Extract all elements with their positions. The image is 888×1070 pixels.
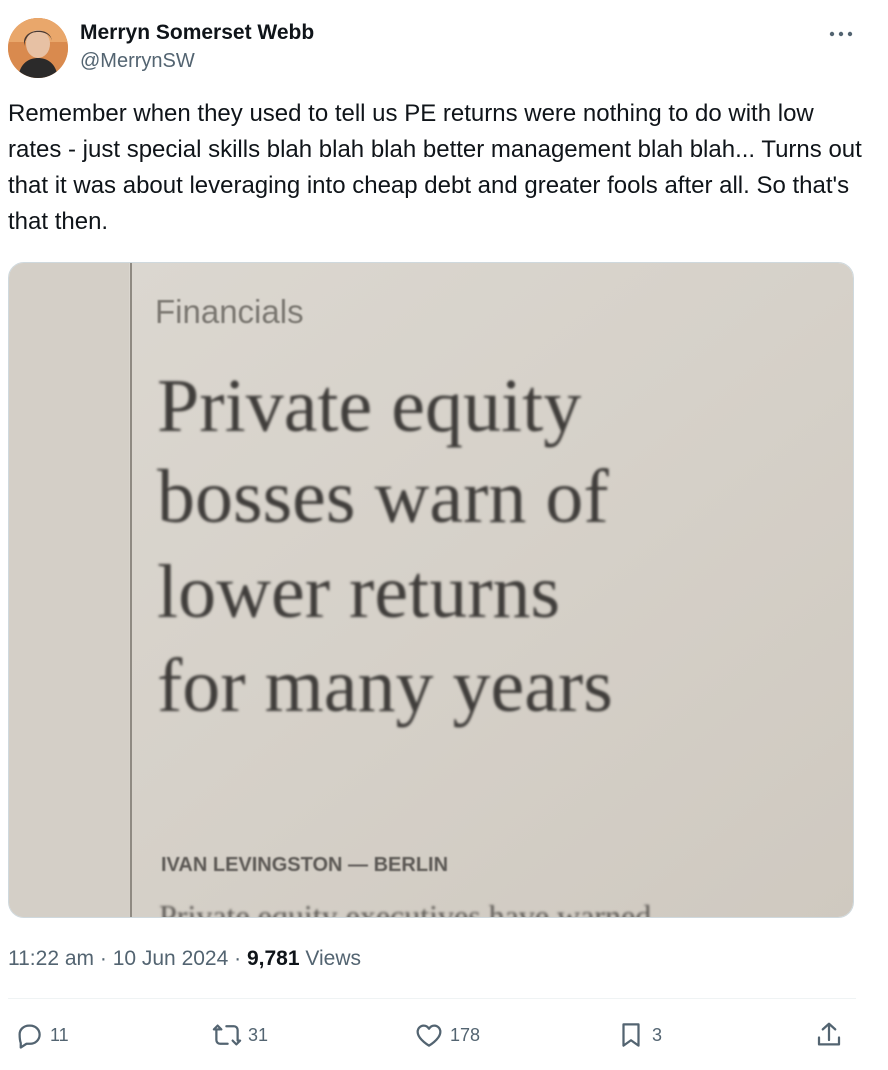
byline: IVAN LEVINGSTON — BERLIN [161, 854, 448, 876]
reply-icon [18, 1024, 41, 1049]
profile-photo-icon [8, 18, 68, 78]
partial-body-line: Private equity executives have warned [159, 898, 651, 918]
author-names: Merryn Somerset Webb @MerrynSW [80, 20, 314, 74]
bookmark-icon [622, 1023, 640, 1047]
heart-icon [416, 1024, 442, 1047]
bookmark-count: 3 [652, 1024, 663, 1045]
views-count: 9,781 [246, 947, 300, 970]
headline-line: for many years [157, 644, 613, 728]
repost-icon [212, 1024, 242, 1046]
views-label: Views [305, 947, 362, 970]
share-icon [817, 1022, 841, 1046]
like-count: 178 [450, 1024, 481, 1045]
bookmark-button[interactable]: 3 [616, 1012, 662, 1058]
tweet-media[interactable]: Financials Private equity bosses warn of… [8, 262, 854, 918]
avatar[interactable] [8, 18, 68, 78]
headline-line: Private equity [157, 364, 581, 448]
newspaper-photo: Financials Private equity bosses warn of… [9, 263, 853, 918]
separator: · [234, 947, 242, 970]
tweet-date[interactable]: 10 Jun 2024 [113, 947, 229, 970]
handle[interactable]: @MerrynSW [80, 48, 314, 74]
divider [8, 998, 856, 999]
tweet-meta: 11:22 am · 10 Jun 2024 · 9,781 Views [8, 944, 361, 974]
media-section: Financials [155, 293, 304, 330]
separator: · [99, 947, 107, 970]
action-bar: 11 31 178 3 [8, 1012, 856, 1058]
reply-button[interactable]: 11 [14, 1012, 69, 1058]
tweet-text: Remember when they used to tell us PE re… [8, 100, 862, 235]
repost-button[interactable]: 31 [212, 1012, 268, 1058]
more-icon [829, 31, 853, 37]
tweet-time[interactable]: 11:22 am [8, 947, 94, 970]
more-options-button[interactable] [824, 20, 858, 48]
headline-line: lower returns [157, 550, 560, 634]
reply-count: 11 [50, 1024, 69, 1045]
tweet-header: Merryn Somerset Webb @MerrynSW [8, 16, 858, 80]
headline-line: bosses warn of [157, 455, 609, 539]
share-button[interactable] [814, 1012, 844, 1058]
like-button[interactable]: 178 [414, 1012, 480, 1058]
display-name[interactable]: Merryn Somerset Webb [80, 20, 314, 46]
repost-count: 31 [248, 1024, 269, 1045]
